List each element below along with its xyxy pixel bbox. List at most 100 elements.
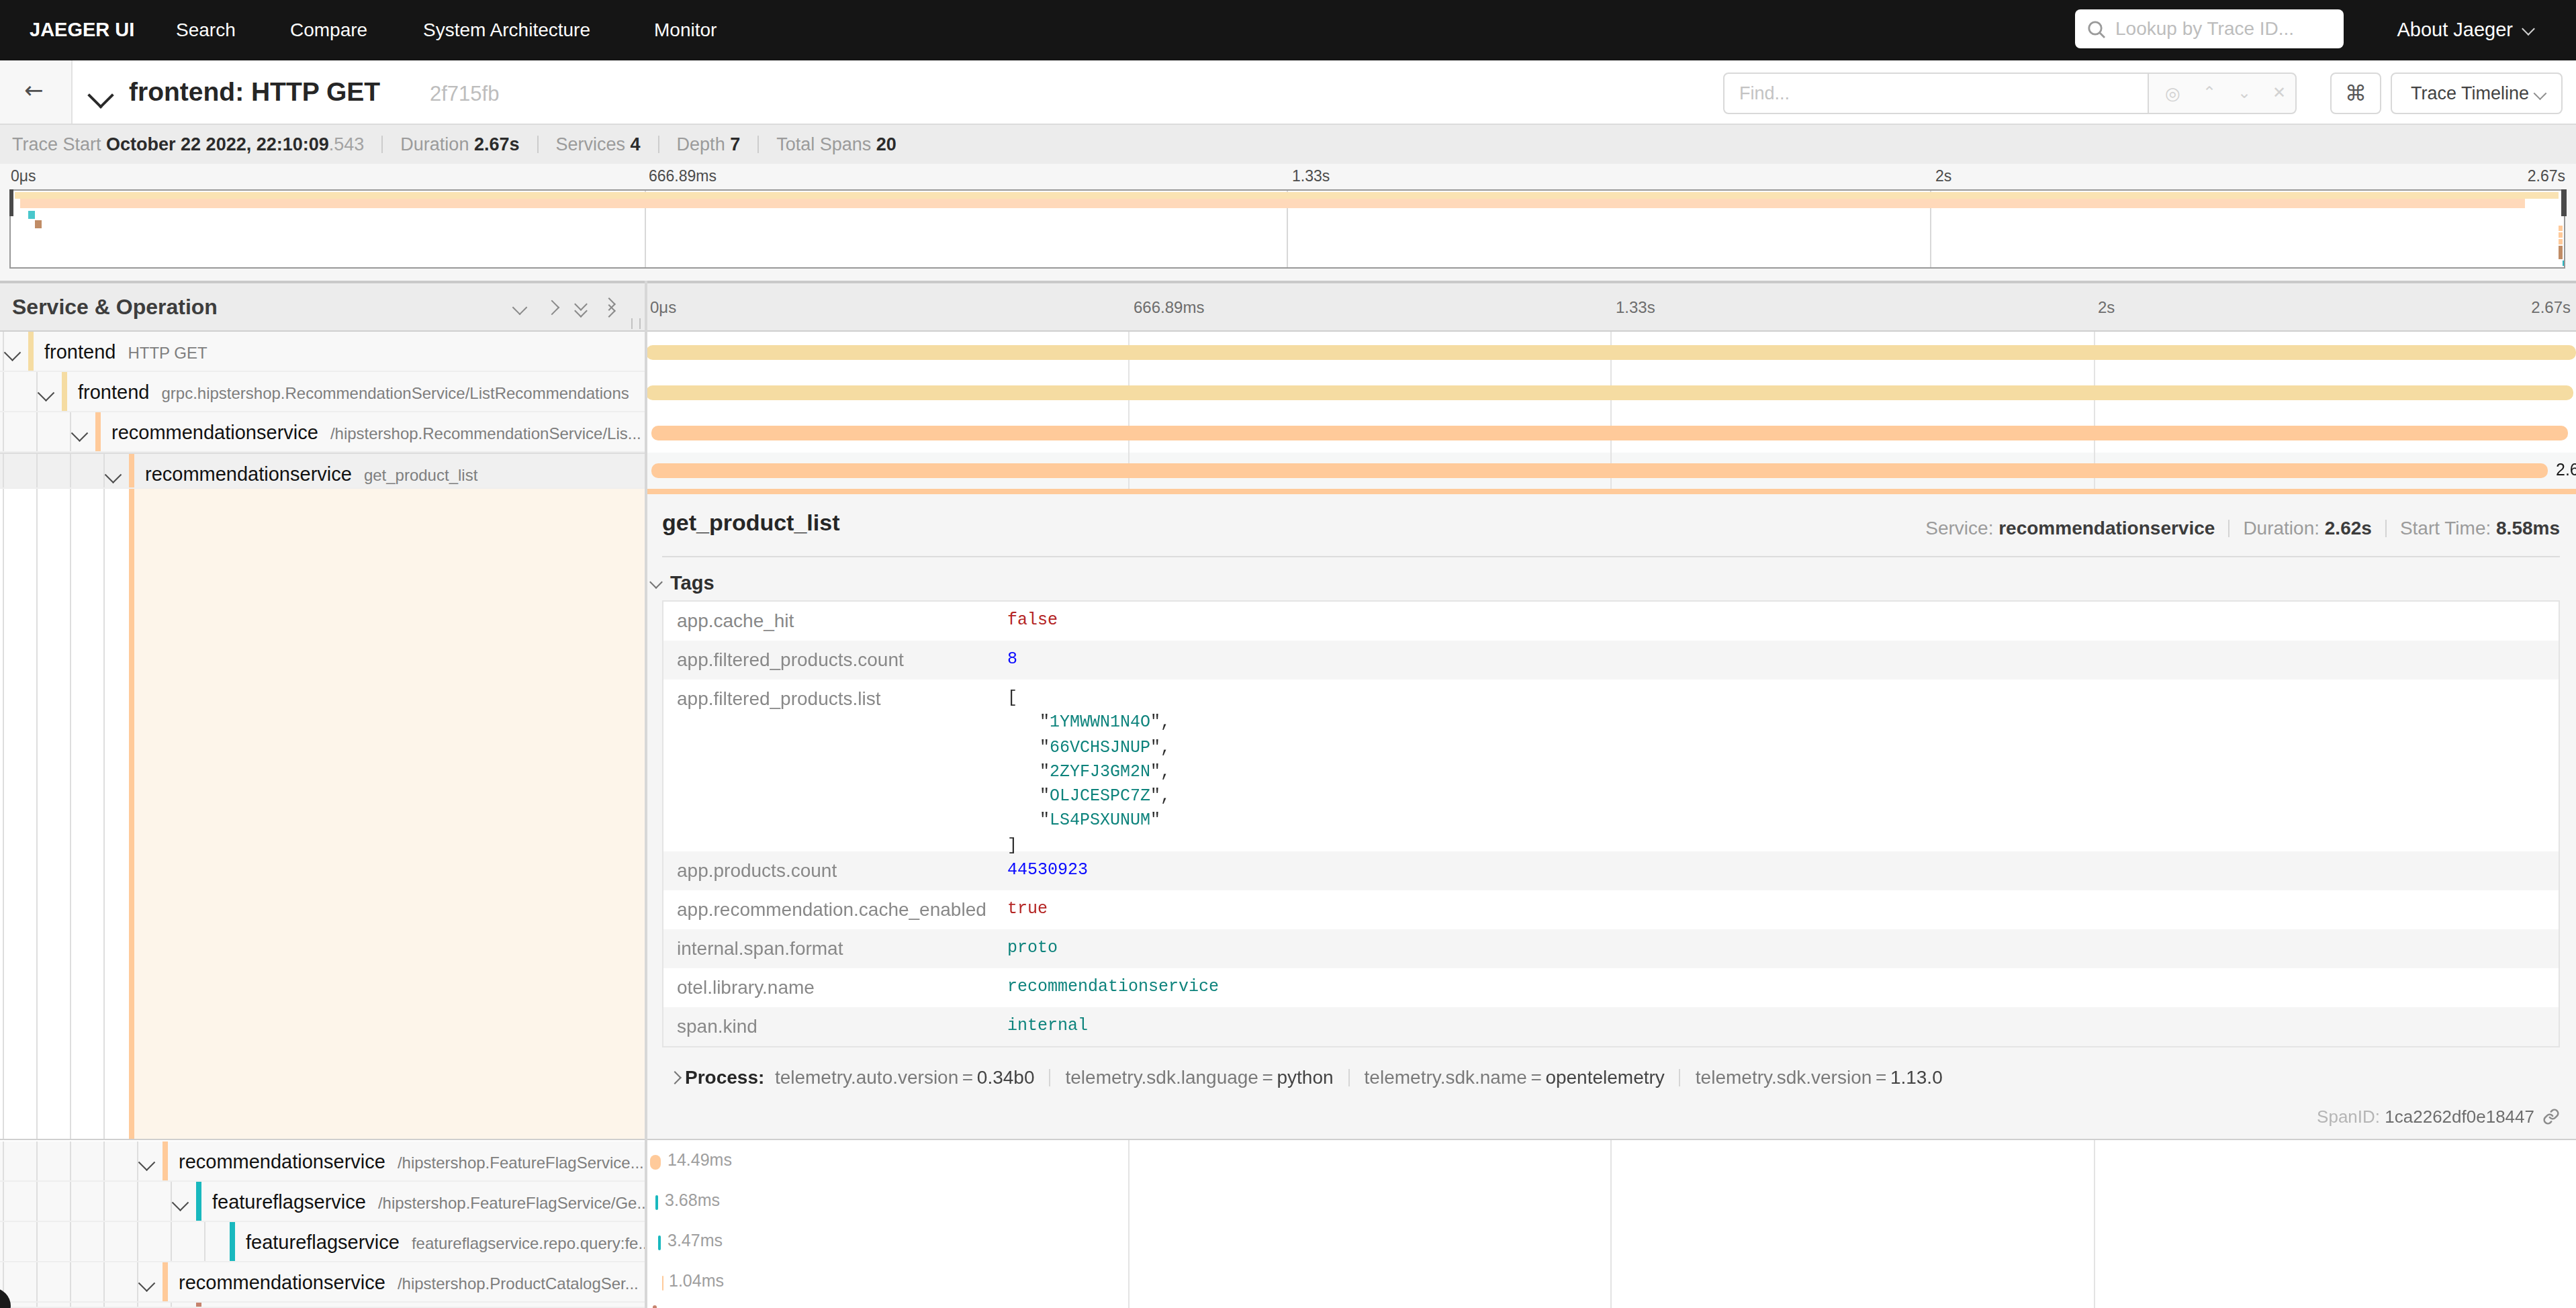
detail-left-column bbox=[0, 489, 645, 1139]
span-bar[interactable] bbox=[658, 1235, 661, 1250]
collapse-one-icon[interactable] bbox=[512, 300, 528, 316]
nav-item-compare[interactable]: Compare bbox=[290, 0, 367, 60]
trace-title-chevron-icon[interactable] bbox=[87, 82, 114, 109]
trace-id-search-placeholder: Lookup by Trace ID... bbox=[2115, 9, 2294, 48]
span-service-name[interactable]: frontendgrpc.hipstershop.RecommendationS… bbox=[62, 372, 629, 411]
tag-row[interactable]: internal.span.formatproto bbox=[663, 929, 2559, 968]
minimap-tick-label: 666.89ms bbox=[649, 168, 717, 184]
span-row[interactable]: featureflagservice/hipstershop.FeatureFl… bbox=[0, 1182, 2576, 1222]
span-row[interactable]: recommendationservice/hipstershop.Produc… bbox=[0, 1262, 2576, 1303]
span-bar[interactable] bbox=[655, 1195, 658, 1209]
clear-find-icon[interactable]: ✕ bbox=[2272, 74, 2286, 113]
focus-icon[interactable]: ◎ bbox=[2165, 74, 2180, 113]
minimap-tick-label: 0μs bbox=[11, 168, 36, 184]
span-service-name[interactable]: recommendationservice/hipstershop.Featur… bbox=[163, 1141, 644, 1180]
detail-meta-item: Service: recommendationservice bbox=[1925, 517, 2215, 539]
summary-item: Depth 7 bbox=[677, 134, 741, 154]
span-service-name[interactable]: recommendationservice/hipstershop.Recomm… bbox=[95, 412, 641, 451]
row-collapse-chevron-icon[interactable] bbox=[138, 1154, 154, 1170]
tag-row[interactable]: app.filtered_products.list["1YMWWN1N4O",… bbox=[663, 680, 2559, 851]
tag-key: app.filtered_products.list bbox=[677, 680, 881, 718]
span-bar[interactable] bbox=[646, 385, 2573, 400]
tag-row[interactable]: otel.library.namerecommendationservice bbox=[663, 968, 2559, 1007]
tag-value: recommendationservice bbox=[1007, 968, 1219, 1007]
span-operation: /hipstershop.FeatureFlagService/Ge... bbox=[366, 1194, 645, 1213]
span-name-column[interactable]: recommendationservice/hipstershop.Recomm… bbox=[0, 412, 645, 453]
tag-row[interactable]: app.products.count44530923 bbox=[663, 851, 2559, 890]
nav-item-system-architecture[interactable]: System Architecture bbox=[423, 0, 590, 60]
tag-value: ["1YMWWN1N4O","66VCHSJNUP","2ZYFJ3GM2N",… bbox=[1007, 686, 1170, 858]
span-service-name[interactable]: recommendationserviceget_product_list bbox=[129, 454, 477, 487]
find-input[interactable]: Find... bbox=[1723, 73, 2149, 114]
span-operation: grpc.hipstershop.RecommendationService/L… bbox=[149, 384, 629, 403]
tags-section-toggle[interactable]: Tags bbox=[670, 572, 715, 594]
back-button[interactable]: ← bbox=[0, 60, 73, 124]
column-divider[interactable] bbox=[645, 281, 647, 1308]
find-placeholder: Find... bbox=[1739, 74, 1790, 113]
span-name-column[interactable]: recommendationserviceget_product_list bbox=[0, 453, 645, 489]
axis-tick-label: 666.89ms bbox=[1134, 283, 1204, 330]
span-name-column[interactable]: featureflagservice/hipstershop.FeatureFl… bbox=[0, 1182, 645, 1222]
row-collapse-chevron-icon[interactable] bbox=[71, 424, 87, 440]
row-collapse-chevron-icon[interactable] bbox=[105, 466, 121, 482]
row-collapse-chevron-icon[interactable] bbox=[138, 1274, 154, 1291]
span-bar[interactable] bbox=[661, 1275, 663, 1290]
span-service-name[interactable]: recommendationservice/hipstershop.Produc… bbox=[163, 1262, 639, 1301]
search-icon bbox=[2087, 19, 2106, 38]
prev-result-icon[interactable]: ⌃ bbox=[2203, 74, 2216, 113]
span-name-column[interactable]: recommendationservice/hipstershop.Produc… bbox=[0, 1262, 645, 1303]
process-section-toggle[interactable]: Process: telemetry.auto.version = 0.34b0… bbox=[662, 1057, 2560, 1097]
span-row[interactable]: recommendationservice/hipstershop.Featur… bbox=[0, 1141, 2576, 1182]
nav-item-search[interactable]: Search bbox=[176, 0, 236, 60]
span-bar[interactable] bbox=[653, 1305, 657, 1308]
span-bar[interactable] bbox=[650, 1154, 660, 1169]
span-bar[interactable] bbox=[646, 344, 2576, 359]
span-operation: featureflagservice.repo.query:fe... bbox=[400, 1234, 645, 1253]
span-detail-meta: Service: recommendationserviceDuration: … bbox=[1925, 517, 2560, 539]
find-controls: ◎ ⌃ ⌄ ✕ bbox=[2148, 73, 2297, 114]
span-row[interactable]: recommendationservice/hipstershop.Recomm… bbox=[0, 412, 2576, 453]
expand-one-icon[interactable] bbox=[545, 300, 560, 316]
tag-row[interactable]: span.kindinternal bbox=[663, 1007, 2559, 1046]
span-name-column[interactable]: recommendationservice/hipstershop.Featur… bbox=[0, 1141, 645, 1182]
tag-row[interactable]: app.filtered_products.count8 bbox=[663, 641, 2559, 680]
span-bar[interactable] bbox=[651, 425, 2568, 440]
span-row[interactable]: frontendHTTP GET bbox=[0, 332, 2576, 372]
view-type-select[interactable]: Trace Timeline bbox=[2391, 73, 2563, 114]
span-row[interactable]: recommendationserviceget_product_list2.6… bbox=[0, 453, 2576, 489]
span-name-column[interactable]: frontendHTTP GET bbox=[0, 332, 645, 372]
span-row[interactable]: featureflagservicefeatureflagservice.rep… bbox=[0, 1222, 2576, 1262]
row-collapse-chevron-icon[interactable] bbox=[38, 384, 54, 400]
row-collapse-chevron-icon[interactable] bbox=[4, 344, 20, 360]
span-service-name[interactable]: frontendHTTP GET bbox=[28, 332, 208, 371]
span-service-name[interactable]: featureflagservicefeatureflagservice.rep… bbox=[230, 1222, 645, 1261]
column-resize-handle[interactable] bbox=[631, 318, 641, 329]
span-service-name[interactable]: featureflagservice/hipstershop.FeatureFl… bbox=[196, 1182, 645, 1221]
span-name-column[interactable]: featureflagservicefeatureflagservice.rep… bbox=[0, 1222, 645, 1262]
span-operation: /hipstershop.FeatureFlagService... bbox=[385, 1154, 644, 1172]
tag-row[interactable]: app.recommendation.cache_enabledtrue bbox=[663, 890, 2559, 929]
trace-id-search-input[interactable]: Lookup by Trace ID... bbox=[2075, 9, 2344, 48]
detail-divider bbox=[662, 556, 2560, 557]
tag-row[interactable]: app.cache_hitfalse bbox=[663, 602, 2559, 641]
keyboard-shortcuts-button[interactable]: ⌘ bbox=[2330, 73, 2381, 114]
next-result-icon[interactable]: ⌄ bbox=[2238, 74, 2251, 113]
row-collapse-chevron-icon[interactable] bbox=[172, 1194, 188, 1210]
about-jaeger-menu[interactable]: About Jaeger bbox=[2397, 0, 2533, 60]
minimap-scrubber-handle-left[interactable] bbox=[9, 189, 13, 216]
minimap-scrubber-handle-right[interactable] bbox=[2561, 189, 2567, 216]
span-row[interactable]: frontendgrpc.hipstershop.RecommendationS… bbox=[0, 372, 2576, 412]
detail-left-tint bbox=[134, 489, 645, 1139]
span-name-column[interactable]: frontendgrpc.hipstershop.RecommendationS… bbox=[0, 372, 645, 412]
span-bar[interactable] bbox=[651, 463, 2548, 478]
span-row[interactable] bbox=[0, 1303, 2576, 1308]
brand[interactable]: JAEGER UI bbox=[30, 0, 134, 60]
minimap-tick-labels: 0μs666.89ms1.33s2s2.67s bbox=[0, 164, 2576, 189]
summary-item: Total Spans 20 bbox=[776, 134, 896, 154]
link-icon[interactable] bbox=[2542, 1108, 2560, 1125]
nav-item-monitor[interactable]: Monitor bbox=[654, 0, 717, 60]
span-name-column[interactable] bbox=[0, 1303, 645, 1308]
trace-minimap[interactable] bbox=[9, 189, 2565, 269]
span-id-value: 1ca2262df0e18447 bbox=[2385, 1107, 2534, 1127]
chevron-down-icon bbox=[2533, 87, 2545, 99]
